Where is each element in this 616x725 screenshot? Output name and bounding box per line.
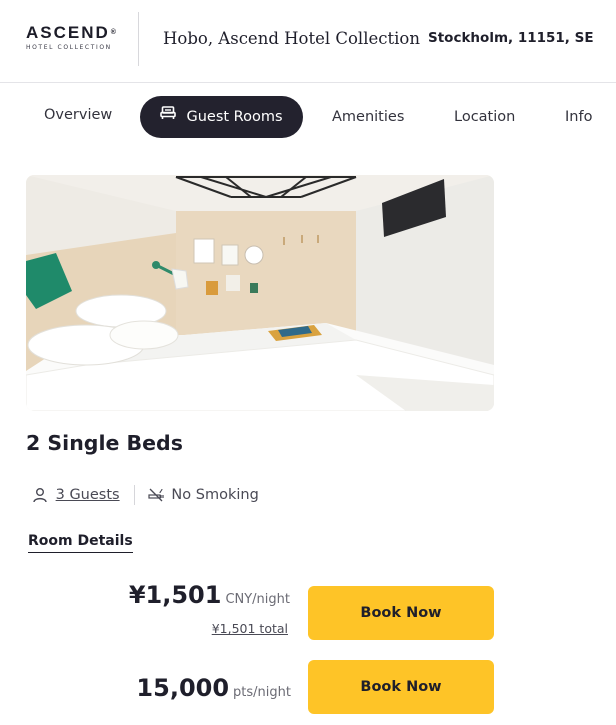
cash-price: ¥1,501 [128, 581, 222, 609]
room-attributes: 3 Guests No Smoking [32, 485, 259, 505]
book-now-cash-button[interactable]: Book Now [308, 586, 494, 640]
tab-guest-rooms-label: Guest Rooms [186, 109, 283, 125]
hotel-location: Stockholm, 11151, SE [428, 30, 594, 46]
tab-guest-rooms[interactable]: Guest Rooms [140, 96, 303, 138]
tab-info[interactable]: Info [565, 96, 592, 138]
section-tabs: Overview Guest Rooms Amenities Location … [0, 96, 616, 138]
price-total-link[interactable]: ¥1,501 total [212, 621, 288, 636]
points-price-unit: pts/night [233, 685, 291, 700]
site-header: ASCEND® HOTEL COLLECTION Hobo, Ascend Ho… [0, 0, 616, 83]
tab-location[interactable]: Location [454, 96, 515, 138]
logo-subtitle: HOTEL COLLECTION [26, 44, 112, 51]
guests-link[interactable]: 3 Guests [56, 487, 120, 503]
tab-overview[interactable]: Overview [44, 94, 112, 136]
header-divider [138, 12, 139, 66]
room-photo[interactable] [26, 175, 494, 411]
room-details-link[interactable]: Room Details [28, 533, 133, 553]
attribute-divider [134, 485, 136, 505]
bed-icon [160, 95, 177, 137]
hotel-name: Hobo, Ascend Hotel Collection [163, 29, 420, 48]
cash-price-unit: CNY/night [225, 592, 290, 607]
book-now-points-button[interactable]: Book Now [308, 660, 494, 714]
points-price: 15,000 [136, 674, 230, 702]
room-title: 2 Single Beds [26, 431, 183, 455]
person-icon [32, 487, 48, 503]
smoking-policy: No Smoking [171, 487, 259, 503]
points-rate: 15,000 pts/night [136, 674, 291, 702]
trademark-symbol: ® [110, 29, 118, 36]
ascend-logo[interactable]: ASCEND® HOTEL COLLECTION [26, 24, 118, 51]
tab-amenities[interactable]: Amenities [332, 96, 404, 138]
cash-rate: ¥1,501 CNY/night [129, 581, 290, 609]
logo-wordmark: ASCEND [26, 23, 110, 42]
no-smoking-icon [148, 487, 164, 503]
